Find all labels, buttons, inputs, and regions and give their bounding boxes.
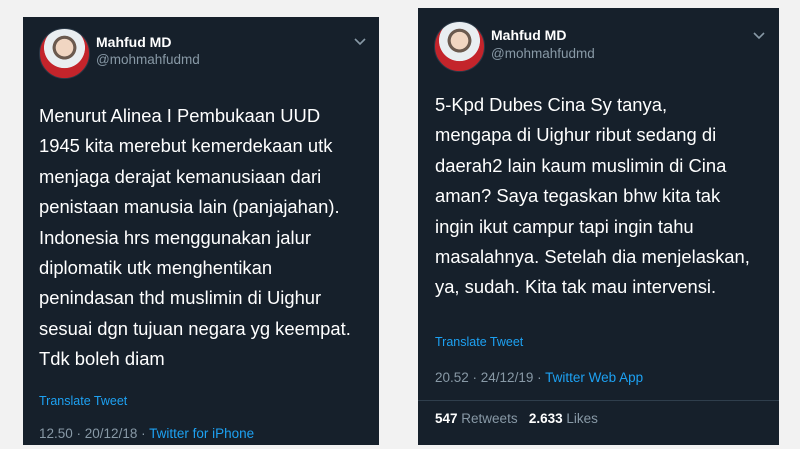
tweet-timestamp: 12.50 · 20/12/18 · bbox=[39, 426, 146, 441]
author-handle[interactable]: @mohmahfudmd bbox=[96, 52, 200, 67]
tweet-text-line: menjaga derajat kemanusiaan dari bbox=[39, 165, 322, 187]
retweets-label[interactable]: Retweets bbox=[461, 411, 517, 426]
tweet-meta: 12.50 · 20/12/18 · Twitter for iPhone bbox=[39, 426, 254, 441]
tweet-text-line: ya, sudah. Kita tak mau intervensi. bbox=[435, 276, 717, 298]
retweets-count[interactable]: 547 bbox=[435, 411, 458, 426]
tweet-header: Mahfud MD @mohmahfudmd bbox=[418, 8, 779, 80]
tweet-stats: 547 Retweets 2.633 Likes bbox=[435, 411, 598, 426]
tweet-text-line: penindasan thd muslimin di Uighur bbox=[39, 287, 322, 309]
chevron-down-icon[interactable] bbox=[354, 38, 366, 46]
tweet-text-line: masalahnya. Setelah dia menjelaskan, bbox=[435, 245, 750, 267]
avatar[interactable] bbox=[39, 28, 90, 79]
tweet-header: Mahfud MD @mohmahfudmd bbox=[23, 17, 379, 89]
author-handle[interactable]: @mohmahfudmd bbox=[491, 46, 595, 61]
tweet-meta: 20.52 · 24/12/19 · Twitter Web App bbox=[435, 370, 643, 385]
tweet-source-link[interactable]: Twitter Web App bbox=[545, 370, 643, 385]
tweet-text-line: 1945 kita merebut kemerdekaan utk bbox=[39, 135, 333, 157]
tweet-text-line: Tdk boleh diam bbox=[39, 348, 165, 370]
tweet-text-line: daerah2 lain kaum muslimin di Cina bbox=[435, 154, 727, 176]
chevron-down-icon[interactable] bbox=[753, 32, 765, 40]
likes-label[interactable]: Likes bbox=[566, 411, 598, 426]
tweet-text-line: sesuai dgn tujuan negara yg keempat. bbox=[39, 317, 351, 339]
likes-count[interactable]: 2.633 bbox=[529, 411, 563, 426]
tweet-text-line: mengapa di Uighur ribut sedang di bbox=[435, 124, 717, 146]
tweet-text-line: Indonesia hrs menggunakan jalur bbox=[39, 226, 311, 248]
tweet-text-line: diplomatik utk menghentikan bbox=[39, 256, 273, 278]
tweet-text-line: Menurut Alinea I Pembukaan UUD bbox=[39, 105, 321, 126]
tweet-source-link[interactable]: Twitter for iPhone bbox=[149, 426, 254, 441]
avatar[interactable] bbox=[434, 21, 485, 72]
tweet-text-line: penistaan manusia lain (panjajahan). bbox=[39, 196, 340, 218]
tweet-text-line: ingin ikut campur tapi ingin tahu bbox=[435, 215, 694, 237]
translate-tweet-link[interactable]: Translate Tweet bbox=[39, 394, 127, 408]
tweet-card-left: Mahfud MD @mohmahfudmd Menurut Alinea I … bbox=[23, 17, 379, 445]
tweet-card-right: Mahfud MD @mohmahfudmd 5-Kpd Dubes Cina … bbox=[418, 8, 779, 445]
tweet-text: 5-Kpd Dubes Cina Sy tanya, mengapa di Ui… bbox=[435, 90, 750, 303]
author-name[interactable]: Mahfud MD bbox=[491, 27, 566, 43]
tweet-text-line: 5-Kpd Dubes Cina Sy tanya, bbox=[435, 94, 668, 115]
tweet-text-line: aman? Saya tegaskan bhw kita tak bbox=[435, 185, 721, 207]
tweet-timestamp: 20.52 · 24/12/19 · bbox=[435, 370, 542, 385]
author-name[interactable]: Mahfud MD bbox=[96, 34, 171, 50]
translate-tweet-link[interactable]: Translate Tweet bbox=[435, 335, 523, 349]
tweet-text: Menurut Alinea I Pembukaan UUD 1945 kita… bbox=[39, 101, 351, 375]
divider bbox=[418, 400, 779, 401]
